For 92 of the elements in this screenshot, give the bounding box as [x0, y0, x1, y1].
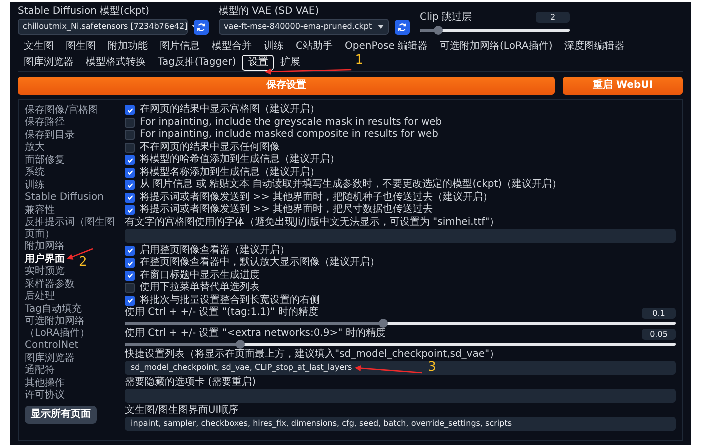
setting-label: 从 图片信息 或 粘贴文本 自动读取并填写生成参数时，不要更改选定的模型(ckpt)（建议开启）	[140, 179, 562, 192]
checkbox[interactable]	[125, 283, 135, 294]
tab[interactable]: 模型格式转换	[80, 55, 152, 71]
slider-thumb[interactable]	[379, 319, 388, 328]
checkbox[interactable]	[125, 180, 135, 190]
setting-label: 将模型的哈希值添加到生成信息（建议开启）	[140, 154, 340, 166]
sidebar-item[interactable]: 训练	[25, 179, 45, 192]
sidebar-item[interactable]: 可选附加网络（LoRA插件）	[25, 316, 117, 340]
checkbox[interactable]	[125, 192, 135, 203]
slider-thumb[interactable]	[236, 340, 246, 349]
tab[interactable]: C站助手	[290, 39, 339, 55]
sidebar-item[interactable]: ControlNet	[25, 340, 79, 352]
tab[interactable]: 图生图	[60, 39, 102, 55]
slider-label: 使用 Ctrl + +/- 设置 "<extra networks:0.9>" 时的精度	[125, 328, 386, 340]
field-label: 快捷设置列表（将显示在页面最上方，建议填入"sd_model_checkpoint,sd_vae"）	[125, 349, 501, 361]
annotation-number: 3	[428, 361, 436, 374]
checkbox[interactable]	[125, 105, 135, 116]
tab[interactable]: 附加功能	[102, 39, 154, 55]
sidebar-item[interactable]: 面部修复	[25, 154, 65, 166]
setting-label: 不在网页的结果中显示任何图像	[140, 142, 280, 154]
number-field[interactable]: 0.05	[642, 328, 676, 340]
text-field[interactable]	[125, 389, 676, 403]
checkbox[interactable]	[125, 130, 135, 140]
sidebar-item[interactable]: 用户界面	[25, 253, 65, 266]
checkbox[interactable]	[125, 142, 135, 153]
checkbox[interactable]	[125, 168, 135, 178]
setting-label: 将批次与批量设置整合到长宽设置的右侧	[140, 294, 320, 306]
text-field[interactable]: inpaint, sampler, checkboxes, hires_fix, dimensions, cfg, seed, batch, override_settings, scripts	[125, 417, 676, 431]
tab[interactable]: 模型合并	[206, 39, 258, 55]
setting-label: 将提示词或者图像发送到 >> 其他界面时，把尺寸数据也传送过去	[140, 204, 434, 216]
setting-label: 使用下拉菜单替代单选列表	[140, 282, 260, 294]
setting-label: For inpainting, include masked composite in results for web	[140, 129, 439, 142]
setting-label: 将模型名称添加到生成信息（建议开启）	[140, 166, 320, 178]
sidebar-item[interactable]: 图库浏览器	[25, 352, 75, 364]
setting-label: 在窗口标题中显示生成进度	[140, 270, 260, 282]
tab[interactable]: 扩展	[274, 55, 306, 71]
sidebar-item[interactable]: 采样器参数	[25, 278, 75, 290]
sidebar-item[interactable]: 通配符	[25, 364, 55, 377]
refresh-icon	[398, 22, 407, 32]
tab[interactable]: Tag反推(Tagger)	[152, 55, 242, 71]
sidebar-item[interactable]: 兼容性	[25, 204, 55, 216]
tab[interactable]: 文生图	[18, 39, 60, 55]
vae-label: 模型的 VAE (SD VAE)	[219, 6, 320, 17]
sidebar-item[interactable]: 许可协议	[25, 390, 65, 402]
setting-label: 启用整页图像查看器（建议开启）	[140, 244, 290, 256]
refresh-button[interactable]	[194, 20, 209, 34]
checkbox[interactable]	[125, 205, 135, 216]
checkbox[interactable]	[125, 258, 135, 268]
field-label: 文生图/图生图界面UI顺序	[125, 405, 240, 417]
sidebar-item[interactable]: 附加网络	[25, 240, 65, 253]
checkbox[interactable]	[125, 270, 135, 281]
sidebar-item[interactable]: 保存图像/宫格图	[25, 104, 98, 116]
sidebar-item[interactable]: 反推提示词（图生图页面）	[25, 216, 117, 240]
checkbox[interactable]	[125, 118, 135, 128]
checkbox[interactable]	[125, 246, 135, 256]
tab[interactable]: 训练	[258, 39, 290, 55]
setting-label: 在网页的结果中显示宫格图（建议开启）	[140, 104, 320, 116]
number-field[interactable]: 0.1	[642, 308, 676, 318]
text-field[interactable]	[125, 228, 676, 242]
tab[interactable]: OpenPose 编辑器	[338, 39, 434, 55]
tab[interactable]: 可选附加网络(LoRA插件)	[434, 39, 559, 55]
show-all-pages-button[interactable]: 显示所有页面	[25, 406, 97, 424]
setting-label: 在整页图像查看器中，默认放大显示图像（建议开启）	[140, 257, 380, 270]
sidebar-item[interactable]: 放大	[25, 142, 45, 154]
slider-thumb[interactable]	[434, 26, 442, 35]
field-label: 需要隐藏的选项卡 (需要重启)	[125, 377, 257, 389]
checkbox[interactable]	[125, 155, 135, 166]
sidebar-item[interactable]: 其他操作	[25, 377, 65, 390]
setting-label: 将提示词或者图像发送到 >> 其他界面时，把随机种子也传送过去（建议开启）	[140, 192, 494, 204]
tab[interactable]: 图片信息	[154, 39, 206, 55]
sidebar-item[interactable]: 后处理	[25, 290, 55, 303]
annotation-number: 2	[79, 256, 88, 269]
setting-label: For inpainting, include the greyscale mask in results for web	[140, 116, 442, 129]
model-label: Stable Diffusion 模型(ckpt)	[18, 6, 151, 17]
annotation-number: 1	[355, 54, 364, 67]
vae-dropdown[interactable]: vae-ft-mse-840000-ema-pruned.ckpt	[219, 19, 389, 35]
tab[interactable]: 深度图编辑器	[558, 39, 631, 55]
sidebar-item[interactable]: Stable Diffusion	[25, 192, 104, 204]
number-field[interactable]: 2	[536, 12, 570, 23]
sidebar-item[interactable]: 系统	[25, 166, 45, 179]
sidebar-item[interactable]: 保存路径	[25, 116, 65, 129]
field-label: 有文字的宫格图使用的字体（避免出现Ji/Ji版中文无法显示，可设置为 "simhei.ttf"）	[125, 216, 501, 228]
checkbox[interactable]	[125, 296, 135, 306]
clip-skip-label: Clip 跳过层	[420, 12, 472, 23]
slider-label: 使用 Ctrl + +/- 设置 "(tag:1.1)" 时的精度	[125, 307, 318, 319]
refresh-icon	[197, 22, 206, 32]
sidebar-item[interactable]: 实时预览	[25, 266, 65, 278]
refresh-button[interactable]	[395, 20, 410, 34]
tab[interactable]: 图库浏览器	[18, 55, 80, 71]
sidebar-item[interactable]: Tag自动填充	[25, 303, 82, 316]
caret-icon	[378, 25, 384, 29]
sidebar-item[interactable]: 保存到目录	[25, 129, 75, 142]
